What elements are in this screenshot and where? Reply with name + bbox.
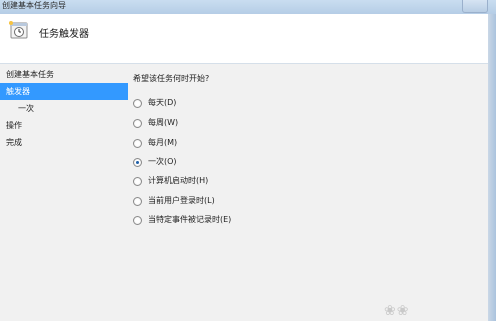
close-button[interactable] [462,0,488,13]
step-create-basic-task[interactable]: 创建基本任务 [0,66,128,83]
step-finish[interactable]: 完成 [0,134,128,151]
option-label: 当前用户登录时(L) [148,196,215,205]
option-label: 每月(M) [148,138,178,147]
option-monthly[interactable]: 每月(M) [133,136,177,150]
title-bar: 创建基本任务向导 [0,0,496,14]
window-title: 创建基本任务向导 [2,1,66,10]
option-label: 每天(D) [148,98,177,107]
option-daily[interactable]: 每天(D) [133,96,176,110]
question-label: 希望该任务何时开始? [133,74,210,83]
wizard-steps: 创建基本任务 触发器 一次 操作 完成 [0,66,128,151]
option-startup[interactable]: 计算机启动时(H) [133,174,208,188]
option-label: 计算机启动时(H) [148,176,209,185]
option-once[interactable]: 一次(O) [133,155,177,169]
step-trigger[interactable]: 触发器 [0,83,128,100]
option-label: 每周(W) [148,118,179,127]
radio-icon[interactable] [133,98,142,108]
radio-icon[interactable] [133,176,142,186]
option-weekly[interactable]: 每周(W) [133,116,178,130]
radio-icon[interactable] [133,196,142,206]
option-event[interactable]: 当特定事件被记录时(E) [133,213,231,227]
trigger-panel: 希望该任务何时开始? [133,73,209,84]
task-scheduler-clock-icon [9,21,28,39]
watermark-paw-icon: ❀❀ [384,303,410,319]
option-label: 当特定事件被记录时(E) [148,215,232,224]
wizard-header: 任务触发器 [0,14,488,64]
radio-icon[interactable] [133,215,142,225]
option-logon[interactable]: 当前用户登录时(L) [133,194,215,208]
radio-checked-icon[interactable] [133,157,142,167]
step-action[interactable]: 操作 [0,117,128,134]
window-frame [488,14,496,321]
step-once[interactable]: 一次 [0,100,128,117]
radio-icon[interactable] [133,138,142,148]
page-title: 任务触发器 [39,29,89,40]
radio-icon[interactable] [133,118,142,128]
option-label: 一次(O) [148,157,177,166]
